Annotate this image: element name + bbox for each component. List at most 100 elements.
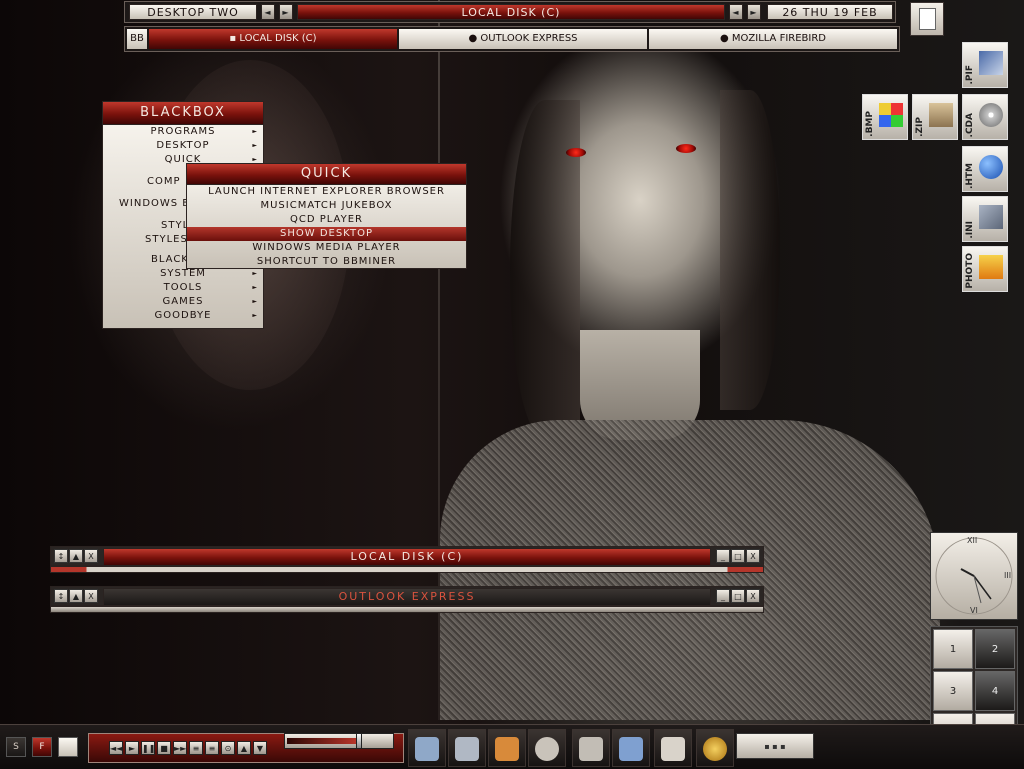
cda-file-icon[interactable]: .CDA (962, 94, 1008, 140)
window-handle[interactable] (50, 566, 764, 573)
pif-file-icon[interactable]: .PIF (962, 42, 1008, 88)
menu-item-tools[interactable]: TOOLS ► (103, 281, 263, 295)
toolbar: DESKTOP TWO ◄ ► LOCAL DISK (C) ◄ ► 26 TH… (124, 1, 896, 23)
volume-slider[interactable] (284, 733, 394, 749)
rewind-button[interactable]: ◄◄ (109, 741, 123, 755)
window-outlook-express[interactable]: ↕ ▲ X OUTLOOK EXPRESS _ □ X (50, 586, 764, 616)
analog-clock: XII III VI (930, 532, 1018, 620)
close-icon[interactable]: X (746, 589, 760, 603)
pause-button[interactable]: ❚❚ (141, 741, 155, 755)
zip-file-icon[interactable]: .ZIP (912, 94, 958, 140)
launcher-film[interactable] (528, 729, 566, 767)
minimize-icon[interactable]: _ (716, 589, 730, 603)
quick-item-windows-media-player[interactable]: WINDOWS MEDIA PLAYER (187, 241, 466, 255)
menu-item-games[interactable]: GAMES ► (103, 295, 263, 309)
equalizer-button[interactable]: ≡ (205, 741, 219, 755)
pager-workspace-4[interactable]: 4 (975, 671, 1015, 711)
htm-file-icon[interactable]: .HTM (962, 146, 1008, 192)
submenu-title: QUICK (187, 164, 466, 185)
options-button[interactable]: ⊙ (221, 741, 235, 755)
forward-button[interactable]: ►► (173, 741, 187, 755)
clock-numeral-12: XII (967, 536, 978, 545)
quick-item-internet-explorer[interactable]: LAUNCH INTERNET EXPLORER BROWSER (187, 185, 466, 199)
next-window-button[interactable]: ► (747, 4, 761, 20)
submenu-arrow-icon: ► (252, 284, 258, 291)
prev-window-button[interactable]: ◄ (729, 4, 743, 20)
pager-workspace-1[interactable]: 1 (933, 629, 973, 669)
wallpaper-hair-right (720, 90, 780, 410)
tray-volume-icon[interactable]: ▪ (772, 742, 777, 751)
quick-item-musicmatch[interactable]: MUSICMATCH JUKEBOX (187, 199, 466, 213)
window-label[interactable]: LOCAL DISK (C) (297, 4, 725, 20)
play-button[interactable]: ► (125, 741, 139, 755)
task-label: MOZILLA FIREBIRD (731, 33, 827, 44)
volume-down-button[interactable]: ▼ (253, 741, 267, 755)
clock-numeral-3: III (1004, 571, 1012, 580)
menu-item-goodbye[interactable]: GOODBYE ► (103, 309, 263, 323)
next-workspace-button[interactable]: ► (279, 4, 293, 20)
quick-item-bbminer[interactable]: SHORTCUT TO BBMINER (187, 255, 466, 269)
minimize-icon[interactable]: _ (716, 549, 730, 563)
launcher-tools[interactable] (488, 729, 526, 767)
pager-workspace-3[interactable]: 3 (933, 671, 973, 711)
shade-icon[interactable]: ▲ (69, 549, 83, 563)
launcher-documents[interactable] (654, 729, 692, 767)
eject-button[interactable]: ▲ (237, 741, 251, 755)
menu-title: BLACKBOX (103, 102, 263, 125)
ini-file-icon[interactable]: .INI (962, 196, 1008, 242)
menu-item-desktop[interactable]: DESKTOP ► (103, 139, 263, 153)
tray-button-s[interactable]: S (6, 737, 26, 757)
tray-button-desktop[interactable] (58, 737, 78, 757)
workspace-label[interactable]: DESKTOP TWO (129, 4, 257, 20)
task-outlook-express[interactable]: ● OUTLOOK EXPRESS (399, 29, 647, 49)
submenu-arrow-icon: ► (252, 298, 258, 305)
menu-item-programs[interactable]: PROGRAMS ► (103, 125, 263, 139)
volume-knob[interactable] (355, 733, 362, 749)
task-mozilla-firebird[interactable]: ● MOZILLA FIREBIRD (649, 29, 897, 49)
clock-numeral-6: VI (970, 606, 978, 615)
bmp-file-icon[interactable]: .BMP (862, 94, 908, 140)
system-tray[interactable]: ▪ ▪ ▪ (736, 733, 814, 759)
window-titlebar[interactable]: ↕ ▲ X LOCAL DISK (C) _ □ X (50, 546, 764, 566)
playlist-button[interactable]: ≡ (189, 741, 203, 755)
taskbar: BB ▪ LOCAL DISK (C) ● OUTLOOK EXPRESS ● … (124, 26, 900, 52)
stop-button[interactable]: ■ (157, 741, 171, 755)
window-title: LOCAL DISK (C) (103, 548, 711, 566)
launcher-monitor[interactable] (612, 729, 650, 767)
launcher-shortcut[interactable] (408, 729, 446, 767)
tray-misc-icon[interactable]: ▪ (780, 742, 785, 751)
maximize-icon[interactable]: □ (731, 549, 745, 563)
launcher-drive[interactable] (448, 729, 486, 767)
window-titlebar[interactable]: ↕ ▲ X OUTLOOK EXPRESS _ □ X (50, 586, 764, 606)
photo-file-icon[interactable]: PHOTO (962, 246, 1008, 292)
maximize-icon[interactable]: □ (731, 589, 745, 603)
task-label: LOCAL DISK (C) (239, 33, 317, 44)
film-icon (535, 737, 559, 761)
pager-workspace-2[interactable]: 2 (975, 629, 1015, 669)
menu-item-system[interactable]: SYSTEM ► (103, 267, 263, 281)
launcher-folder[interactable] (572, 729, 610, 767)
tray-network-icon[interactable]: ▪ (764, 742, 769, 751)
close-icon[interactable]: X (84, 589, 98, 603)
tray-button-f[interactable]: F (32, 737, 52, 757)
mail-icon: ● (468, 33, 478, 44)
resize-icon[interactable]: ↕ (54, 589, 68, 603)
close-icon[interactable]: X (84, 549, 98, 563)
txt-file-icon[interactable] (910, 2, 944, 36)
task-local-disk[interactable]: ▪ LOCAL DISK (C) (149, 29, 397, 49)
quick-item-show-desktop[interactable]: SHOW DESKTOP (187, 227, 466, 241)
iconbox-button[interactable]: BB (127, 29, 147, 49)
submenu-arrow-icon: ► (252, 142, 258, 149)
window-local-disk[interactable]: ↕ ▲ X LOCAL DISK (C) _ □ X (50, 546, 764, 576)
quick-submenu: QUICK LAUNCH INTERNET EXPLORER BROWSER M… (186, 163, 467, 269)
shade-icon[interactable]: ▲ (69, 589, 83, 603)
quick-item-qcd-player[interactable]: QCD PLAYER (187, 213, 466, 227)
bottom-tray: S F ◄◄ ► ❚❚ ■ ►► ≡ ≡ ⊙ ▲ ▼ ▪ ▪ ▪ (0, 724, 1024, 769)
launcher-power[interactable] (696, 729, 734, 767)
resize-icon[interactable]: ↕ (54, 549, 68, 563)
prev-workspace-button[interactable]: ◄ (261, 4, 275, 20)
window-handle[interactable] (50, 606, 764, 613)
power-icon (703, 737, 727, 761)
toolbar-clock: 26 THU 19 FEB (767, 4, 893, 20)
close-icon[interactable]: X (746, 549, 760, 563)
